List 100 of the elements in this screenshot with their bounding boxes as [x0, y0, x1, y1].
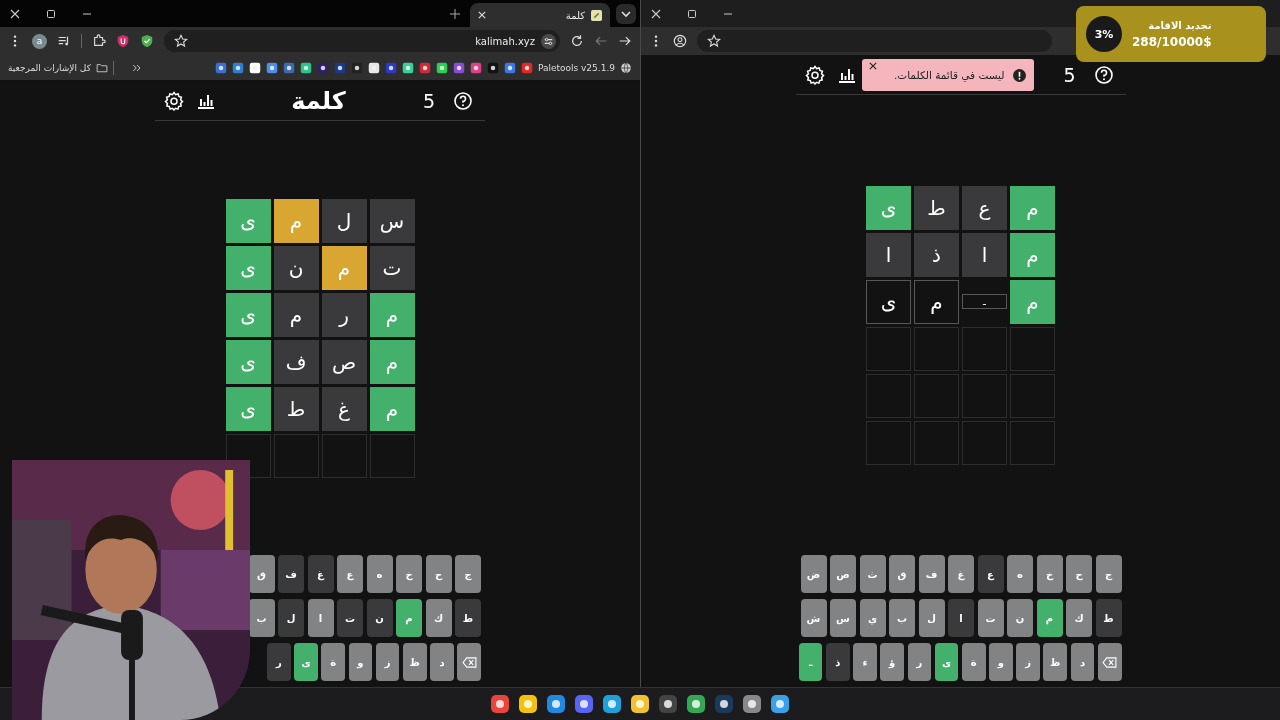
app-icon[interactable] — [602, 694, 622, 714]
bookmark-favicon-icon[interactable] — [248, 61, 261, 74]
keyboard-key[interactable]: ز — [1016, 643, 1040, 681]
close-icon[interactable] — [868, 62, 877, 70]
keyboard-key[interactable]: ع — [977, 555, 1004, 593]
keyboard-key[interactable]: د — [1070, 643, 1095, 681]
shield-icon[interactable] — [140, 34, 154, 48]
keyboard-key[interactable]: ع — [337, 555, 363, 593]
star-icon[interactable] — [707, 34, 721, 48]
keyboard-key[interactable]: ط — [1095, 599, 1122, 637]
star-icon[interactable] — [174, 34, 188, 48]
settings-icon[interactable] — [804, 64, 825, 85]
keyboard-key[interactable]: ـ — [798, 643, 823, 681]
bookmark-favicon-icon[interactable] — [435, 61, 448, 74]
keyboard-key[interactable]: ب — [248, 599, 275, 637]
maximize-icon[interactable] — [687, 8, 697, 19]
help-icon[interactable] — [1093, 64, 1114, 85]
folder-icon[interactable] — [95, 61, 108, 74]
keyboard-key[interactable]: خ — [1036, 555, 1063, 593]
address-bar[interactable]: kalimah.xyz — [164, 30, 560, 52]
keyboard-key[interactable]: غ — [307, 555, 334, 593]
keyboard-key[interactable]: م — [1036, 599, 1063, 637]
bookmark-favicon-icon[interactable] — [333, 61, 346, 74]
keyboard-key[interactable]: ذ — [825, 643, 850, 681]
bookmark-favicon-icon[interactable] — [265, 61, 278, 74]
app-icon[interactable] — [574, 694, 594, 714]
keyboard-key[interactable]: ل — [918, 599, 945, 637]
keyboard-key[interactable]: و — [348, 643, 373, 681]
reload-icon[interactable] — [570, 34, 584, 48]
app-icon[interactable] — [546, 694, 566, 714]
keyboard-key[interactable]: ك — [1066, 599, 1092, 637]
bookmark-favicon-icon[interactable] — [401, 61, 414, 74]
keyboard-key[interactable]: ح — [425, 555, 452, 593]
keyboard-key[interactable]: م — [396, 599, 422, 637]
keyboard-key[interactable]: ج — [1095, 555, 1122, 593]
keyboard-key[interactable]: ج — [455, 555, 481, 593]
backspace-key[interactable] — [1097, 643, 1122, 681]
bookmark-favicon-icon[interactable] — [214, 61, 227, 74]
bookmark-favicon-icon[interactable] — [503, 61, 516, 74]
app-icon[interactable] — [630, 694, 650, 714]
browser-tab[interactable]: كلمة — [470, 3, 610, 27]
keyboard-key[interactable]: ل — [278, 599, 304, 637]
site-settings-icon[interactable] — [541, 33, 556, 49]
app-icon[interactable] — [770, 694, 790, 714]
app-icon[interactable] — [742, 694, 762, 714]
keyboard-key[interactable]: ز — [375, 643, 400, 681]
new-tab-icon[interactable] — [450, 8, 460, 19]
keyboard-key[interactable]: و — [989, 643, 1013, 681]
bookmarks-folder-label[interactable]: كل الإشارات المرجعية — [8, 62, 91, 73]
app-icon[interactable] — [658, 694, 678, 714]
app-icon[interactable] — [490, 694, 510, 714]
keyboard-key[interactable]: غ — [948, 555, 974, 593]
forward-arrow-icon[interactable] — [618, 34, 632, 48]
app-icon[interactable] — [686, 694, 706, 714]
keyboard-key[interactable]: ا — [948, 599, 974, 637]
bookmark-favicon-icon[interactable] — [367, 61, 380, 74]
keyboard-key[interactable]: ص — [830, 555, 856, 593]
app-icon[interactable] — [714, 694, 734, 714]
bookmark-favicon-icon[interactable] — [520, 61, 533, 74]
keyboard-key[interactable]: ه — [1007, 555, 1033, 593]
keyboard-key[interactable]: ط — [455, 599, 481, 637]
app-icon[interactable] — [518, 694, 538, 714]
playlist-icon[interactable] — [57, 34, 71, 48]
bookmark-favicon-icon[interactable] — [418, 61, 431, 74]
bookmark-favicon-icon[interactable] — [384, 61, 397, 74]
keyboard-key[interactable]: ه — [366, 555, 393, 593]
maximize-icon[interactable] — [46, 8, 56, 19]
keyboard-key[interactable]: خ — [396, 555, 422, 593]
keyboard-key[interactable]: ق — [248, 555, 275, 593]
keyboard-key[interactable]: ف — [918, 555, 945, 593]
bookmark-favicon-icon[interactable] — [231, 61, 244, 74]
keyboard-key[interactable]: ء — [853, 643, 877, 681]
shield-icon[interactable] — [116, 34, 130, 48]
bookmark-favicon-icon[interactable] — [282, 61, 295, 74]
keyboard-key[interactable]: ن — [366, 599, 393, 637]
globe-icon[interactable] — [620, 61, 632, 74]
keyboard-key[interactable]: ح — [1066, 555, 1092, 593]
bookmark-favicon-icon[interactable] — [469, 61, 482, 74]
keyboard-key[interactable]: ي — [859, 599, 886, 637]
profile-avatar[interactable]: a — [32, 33, 47, 49]
keyboard-key[interactable]: ى — [294, 643, 318, 681]
bookmark-favicon-icon[interactable] — [316, 61, 329, 74]
keyboard-key[interactable]: ظ — [1043, 643, 1068, 681]
keyboard-key[interactable]: ر — [907, 643, 932, 681]
bookmark-favicon-icon[interactable] — [350, 61, 363, 74]
settings-icon[interactable] — [164, 90, 184, 111]
keyboard-key[interactable]: ى — [934, 643, 959, 681]
keyboard-key[interactable]: د — [430, 643, 454, 681]
keyboard-key[interactable]: ظ — [402, 643, 427, 681]
keyboard-key[interactable]: ة — [961, 643, 986, 681]
puzzle-icon[interactable] — [92, 34, 106, 48]
keyboard-key[interactable]: ث — [859, 555, 886, 593]
keyboard-key[interactable]: ن — [1007, 599, 1033, 637]
bookmark-favicon-icon[interactable] — [299, 61, 312, 74]
keyboard-key[interactable]: ق — [889, 555, 915, 593]
bookmark-favicon-icon[interactable] — [452, 61, 465, 74]
tab-list-icon[interactable] — [616, 3, 636, 24]
keyboard-key[interactable]: ش — [800, 599, 827, 637]
keyboard-key[interactable]: ة — [321, 643, 346, 681]
help-icon[interactable] — [453, 90, 473, 111]
